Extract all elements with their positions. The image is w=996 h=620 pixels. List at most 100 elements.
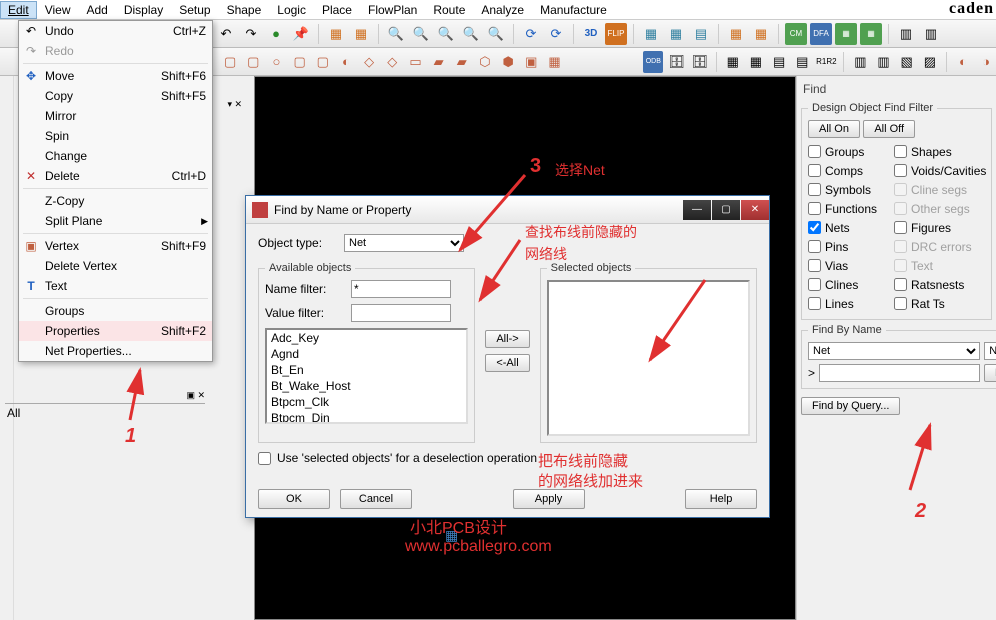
list-item[interactable]: Btpcm_Din: [267, 410, 466, 424]
available-listbox[interactable]: Adc_KeyAgndBt_EnBt_Wake_HostBtpcm_ClkBtp…: [265, 328, 468, 424]
menu-flowplan[interactable]: FlowPlan: [360, 1, 425, 19]
filter-lines[interactable]: Lines: [808, 294, 894, 313]
rep-icon[interactable]: ▦: [723, 51, 743, 73]
menu-net-properties[interactable]: Net Properties...: [19, 341, 212, 361]
zoom-out-icon[interactable]: 🔍: [410, 23, 432, 45]
redo-icon[interactable]: ↷: [240, 23, 262, 45]
filter-rat-ts[interactable]: Rat Ts: [894, 294, 980, 313]
db2-icon[interactable]: 🗄: [666, 51, 686, 73]
panel-close-icon[interactable]: ▣ ✕: [186, 390, 205, 401]
menu-add[interactable]: Add: [78, 1, 115, 19]
shape7-icon[interactable]: ◇: [359, 51, 379, 73]
menu-shape[interactable]: Shape: [219, 1, 270, 19]
menu-route[interactable]: Route: [425, 1, 473, 19]
find-by-query-button[interactable]: Find by Query...: [801, 397, 900, 415]
apply-button[interactable]: Apply: [513, 489, 585, 509]
cm-icon[interactable]: CM: [785, 23, 807, 45]
maximize-button[interactable]: ▢: [712, 200, 740, 220]
all-on-button[interactable]: All On: [808, 120, 860, 138]
selected-listbox[interactable]: [547, 280, 750, 436]
menu-view[interactable]: View: [37, 1, 79, 19]
flip-icon[interactable]: FLIP: [605, 23, 627, 45]
v2-icon[interactable]: ▥: [873, 51, 893, 73]
menu-vertex[interactable]: ▣VertexShift+F9: [19, 236, 212, 256]
colors-icon[interactable]: ⟳: [545, 23, 567, 45]
list-item[interactable]: Btpcm_Clk: [267, 394, 466, 410]
rep2-icon[interactable]: ▦: [746, 51, 766, 73]
filter-clines[interactable]: Clines: [808, 275, 894, 294]
shape13-icon[interactable]: ⬢: [498, 51, 518, 73]
all-from-button[interactable]: <-All: [485, 354, 529, 372]
help-button[interactable]: Help: [685, 489, 757, 509]
shape15-icon[interactable]: ▦: [544, 51, 564, 73]
all-off-button[interactable]: All Off: [863, 120, 915, 138]
filter-comps[interactable]: Comps: [808, 161, 894, 180]
grid-icon[interactable]: ▦: [325, 23, 347, 45]
v3-icon[interactable]: ▧: [897, 51, 917, 73]
db-icon[interactable]: ▦: [725, 23, 747, 45]
ex1-icon[interactable]: ◐: [953, 51, 973, 73]
route1-icon[interactable]: ▥: [895, 23, 917, 45]
prm-icon[interactable]: ▦: [835, 23, 857, 45]
tab-dropdown-icon[interactable]: ▾ ✕: [227, 99, 242, 110]
place-icon[interactable]: ▦: [750, 23, 772, 45]
filter-symbols[interactable]: Symbols: [808, 180, 894, 199]
shape14-icon[interactable]: ▣: [521, 51, 541, 73]
menu-place[interactable]: Place: [314, 1, 360, 19]
filter-figures[interactable]: Figures: [894, 218, 980, 237]
cancel-button[interactable]: Cancel: [340, 489, 412, 509]
prm2-icon[interactable]: ▦: [860, 23, 882, 45]
rep5-icon[interactable]: R1R2: [815, 51, 837, 73]
shape11-icon[interactable]: ▰: [452, 51, 472, 73]
filter-pins[interactable]: Pins: [808, 237, 894, 256]
dfa-icon[interactable]: DFA: [810, 23, 832, 45]
menu-move[interactable]: ✥MoveShift+F6: [19, 66, 212, 86]
menu-zcopy[interactable]: Z-Copy: [19, 191, 212, 211]
filter-vias[interactable]: Vias: [808, 256, 894, 275]
3d-icon[interactable]: 3D: [580, 23, 602, 45]
rep3-icon[interactable]: ▤: [769, 51, 789, 73]
menu-spin[interactable]: Spin: [19, 126, 212, 146]
zoom-fit-icon[interactable]: 🔍: [435, 23, 457, 45]
shape2-icon[interactable]: ▢: [243, 51, 263, 73]
ex2-icon[interactable]: ◑: [976, 51, 996, 73]
v4-icon[interactable]: ▨: [920, 51, 940, 73]
menu-analyze[interactable]: Analyze: [473, 1, 532, 19]
odb-icon[interactable]: ODB: [643, 51, 663, 73]
list-item[interactable]: Agnd: [267, 346, 466, 362]
undo-icon[interactable]: ↶: [215, 23, 237, 45]
name-filter-input[interactable]: [351, 280, 451, 298]
use-selected-checkbox[interactable]: [258, 452, 271, 465]
list-item[interactable]: Bt_Wake_Host: [267, 378, 466, 394]
globe-icon[interactable]: ●: [265, 23, 287, 45]
dialog-titlebar[interactable]: Find by Name or Property — ▢ ✕: [246, 196, 769, 224]
shape9-icon[interactable]: ▭: [405, 51, 425, 73]
menu-delete[interactable]: ✕DeleteCtrl+D: [19, 166, 212, 186]
filter-groups[interactable]: Groups: [808, 142, 894, 161]
menu-mirror[interactable]: Mirror: [19, 106, 212, 126]
grid2-icon[interactable]: ▦: [350, 23, 372, 45]
menu-change[interactable]: Change: [19, 146, 212, 166]
filter-functions[interactable]: Functions: [808, 199, 894, 218]
layers-icon[interactable]: ▤: [690, 23, 712, 45]
menu-edit[interactable]: Edit: [0, 1, 37, 19]
zoom-sel-icon[interactable]: 🔍: [485, 23, 507, 45]
shape1-icon[interactable]: ▢: [220, 51, 240, 73]
shape8-icon[interactable]: ◇: [382, 51, 402, 73]
menu-undo[interactable]: ↶UndoCtrl+Z: [19, 21, 212, 41]
refresh-icon[interactable]: ⟳: [520, 23, 542, 45]
grid3-icon[interactable]: ▦: [640, 23, 662, 45]
v1-icon[interactable]: ▥: [850, 51, 870, 73]
filter-nets[interactable]: Nets: [808, 218, 894, 237]
menu-copy[interactable]: CopyShift+F5: [19, 86, 212, 106]
shape4-icon[interactable]: ▢: [290, 51, 310, 73]
pin-icon[interactable]: 📌: [290, 23, 312, 45]
find-name-input[interactable]: [819, 364, 980, 382]
menu-setup[interactable]: Setup: [171, 1, 218, 19]
shape6-icon[interactable]: ◐: [336, 51, 356, 73]
menu-groups[interactable]: Groups: [19, 301, 212, 321]
find-type-select[interactable]: Net: [808, 342, 980, 360]
menu-logic[interactable]: Logic: [269, 1, 314, 19]
filter-shapes[interactable]: Shapes: [894, 142, 980, 161]
more-button[interactable]: More...: [984, 364, 996, 382]
